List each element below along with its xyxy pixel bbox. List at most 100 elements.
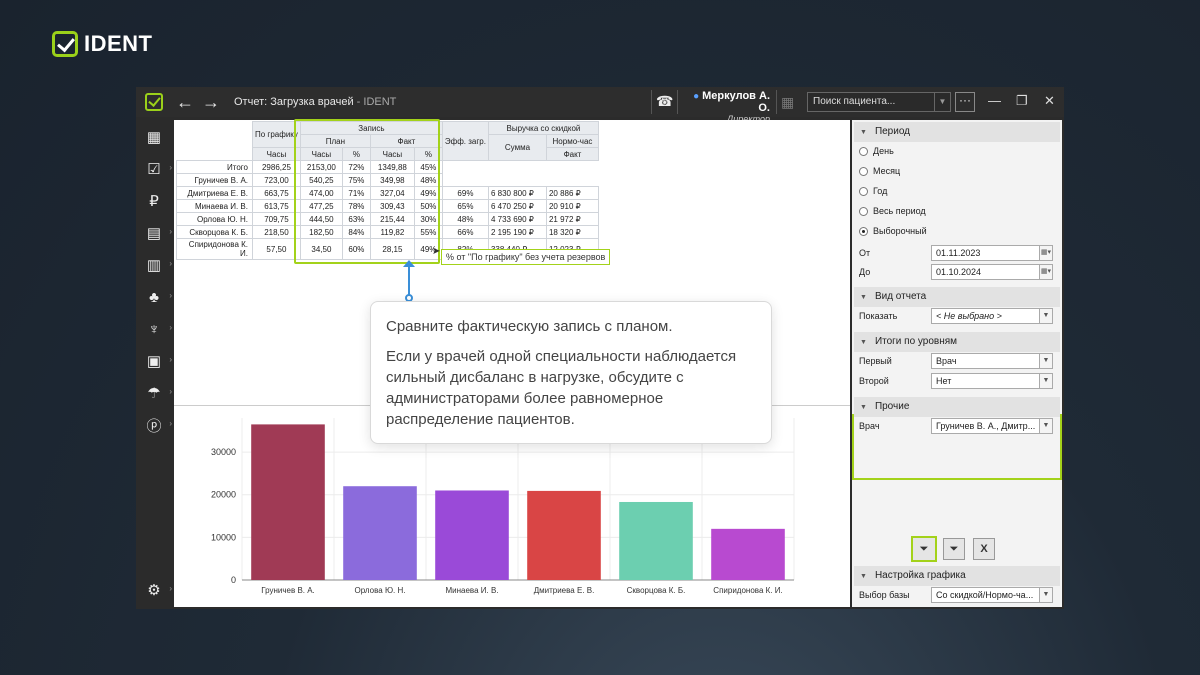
radio-period-option[interactable]: Месяц xyxy=(859,166,900,176)
section-levels[interactable]: ▼ Итоги по уровням xyxy=(854,332,1060,352)
restore-icon[interactable]: ❐ xyxy=(1016,93,1028,109)
header-zapis[interactable]: Запись xyxy=(299,121,443,135)
radio-period-option[interactable]: Весь период xyxy=(859,206,926,216)
radio-circle-icon[interactable] xyxy=(859,186,868,196)
divider xyxy=(651,90,652,114)
brand-logo: IDENT xyxy=(52,31,153,57)
to-date-field[interactable]: 01.10.2024 ▦▾ xyxy=(931,264,1053,280)
table-row[interactable]: Орлова Ю. Н. 709,75 444,50 63% 215,44 30% 48% 4… xyxy=(176,212,599,226)
calendar-dropdown-icon: ▦▾ xyxy=(1039,246,1052,260)
radio-period-option[interactable]: Год xyxy=(859,186,887,196)
from-label: От xyxy=(859,248,871,258)
base-label: Выбор базы xyxy=(859,590,910,600)
radio-circle-icon[interactable] xyxy=(859,146,868,156)
hint-callout: Сравните фактическую запись с планом. Ес… xyxy=(370,301,772,444)
callout-text-2: Если у врачей одной специальности наблюд… xyxy=(386,348,737,428)
chevron-down-icon[interactable]: ▼ xyxy=(934,93,950,111)
header-normo-fakt: Факт xyxy=(545,147,599,161)
row-name: Дмитриева Е. В. xyxy=(176,186,253,200)
settings-gear-icon[interactable]: ⚙ › xyxy=(136,577,172,603)
forward-arrow-icon[interactable]: → xyxy=(198,92,224,113)
radio-circle-icon[interactable] xyxy=(859,166,868,176)
cell-grafik: 709,75 xyxy=(252,212,301,226)
section-other[interactable]: ▼ Прочие xyxy=(854,397,1060,417)
close-icon[interactable]: ✕ xyxy=(1044,93,1055,109)
schedule-nav-icon[interactable]: ☑ › xyxy=(136,156,172,182)
ruble-nav-icon[interactable]: ₽ xyxy=(136,188,172,214)
bar xyxy=(251,424,325,580)
more-button[interactable]: ··· xyxy=(955,92,975,112)
section-report-view[interactable]: ▼ Вид отчета xyxy=(854,287,1060,307)
x-tick-label: Груничев В. А. xyxy=(261,586,315,595)
cell-plan_h: 477,25 xyxy=(299,199,343,213)
table-row[interactable]: Груничев В. А. 723,00 540,25 75% 349,98 48% xyxy=(176,173,599,187)
cell-fakt_h: 28,15 xyxy=(369,238,415,260)
cell-eff: 65% xyxy=(441,199,489,213)
radio-circle-icon[interactable] xyxy=(859,206,868,216)
doctor-select[interactable]: Груничев В. А., Дмитр... ▼ xyxy=(931,418,1053,434)
section-chart-settings[interactable]: ▼ Настройка графика xyxy=(854,566,1060,586)
excel-export-button[interactable]: X xyxy=(973,538,995,560)
back-arrow-icon[interactable]: ← xyxy=(172,92,198,113)
radio-label: Год xyxy=(873,186,888,196)
tooth-nav-icon[interactable]: ♆ › xyxy=(136,316,172,342)
header-chasy: Часы xyxy=(299,147,343,161)
first-level-select[interactable]: Врач ▼ xyxy=(931,353,1053,369)
cell-plan_p: 71% xyxy=(341,186,371,200)
to-label: До xyxy=(859,267,871,277)
umbrella-nav-icon[interactable]: ☂ › xyxy=(136,380,172,406)
reports-nav-icon[interactable]: ▥ › xyxy=(136,252,172,278)
header-summa[interactable]: Сумма xyxy=(487,134,547,161)
register-nav-icon[interactable]: ▤ › xyxy=(136,220,172,246)
header-po-grafiku[interactable]: По графику xyxy=(252,121,301,148)
table-row[interactable]: Дмитриева Е. В. 663,75 474,00 71% 327,04 49% 6… xyxy=(176,186,599,200)
collapse-triangle-icon: ▼ xyxy=(860,573,867,580)
header-vyruchka[interactable]: Выручка со скидкой xyxy=(487,121,599,135)
base-select[interactable]: Со скидкой/Нормо-ча... ▼ xyxy=(931,587,1053,603)
cell-plan_h: 2153,00 xyxy=(299,160,343,174)
cell-plan_p: 63% xyxy=(341,212,371,226)
second-level-select[interactable]: Нет ▼ xyxy=(931,373,1053,389)
header-fakt[interactable]: Факт xyxy=(369,134,443,148)
titlebar: ← → Отчет: Загрузка врачей - IDENT ☎ ● Ме… xyxy=(136,87,1064,124)
cell-normo xyxy=(546,174,598,187)
cell-plan_h: 182,50 xyxy=(299,225,343,239)
cell-fakt_p: 49% xyxy=(413,186,443,200)
app-logo-icon[interactable] xyxy=(136,87,172,117)
chevron-down-icon: ▼ xyxy=(1039,354,1052,368)
from-date-field[interactable]: 01.11.2023 ▦▾ xyxy=(931,245,1053,261)
cell-normo: 21 972 ₽ xyxy=(545,212,599,226)
phone-icon[interactable]: ☎ xyxy=(656,93,673,110)
calendar-icon[interactable]: ▦ xyxy=(781,94,794,111)
clear-filter-button[interactable]: ⏷ xyxy=(943,538,965,560)
minimize-icon[interactable]: — xyxy=(988,93,1001,108)
x-tick-label: Спиридонова К. И. xyxy=(713,586,782,595)
payments-nav-icon[interactable]: ⓟ › xyxy=(136,412,172,438)
column-tooltip: % от "По графику" без учета резервов xyxy=(441,249,611,265)
patient-search-input[interactable]: Поиск пациента... ▼ xyxy=(807,92,951,112)
users-nav-icon[interactable]: ♣ › xyxy=(136,284,172,310)
bar xyxy=(619,501,693,580)
documents-nav-icon[interactable]: ▣ › xyxy=(136,348,172,374)
section-period[interactable]: ▼ Период xyxy=(854,122,1060,142)
cursor-arrow-icon: ➤ xyxy=(432,246,441,257)
cell-fakt_h: 349,98 xyxy=(369,173,415,187)
radio-period-option[interactable]: Выборочный xyxy=(859,226,927,236)
calendar-nav-icon[interactable]: ▦ xyxy=(136,124,172,150)
radio-period-option[interactable]: День xyxy=(859,146,894,156)
table-row[interactable]: Минаева И. В. 613,75 477,25 78% 309,43 50% 65%… xyxy=(176,199,599,213)
radio-label: Выборочный xyxy=(873,226,927,236)
cell-grafik: 723,00 xyxy=(252,173,301,187)
apply-filter-button[interactable]: ⏷ xyxy=(911,536,937,562)
header-plan[interactable]: План xyxy=(299,134,371,148)
show-select[interactable]: < Не выбрано > ▼ xyxy=(931,308,1053,324)
table-row[interactable]: Скворцова К. Б. 218,50 182,50 84% 119,82 55% 6… xyxy=(176,225,599,239)
radio-circle-icon[interactable] xyxy=(859,226,868,236)
header-normo[interactable]: Нормо-час xyxy=(545,134,599,148)
chevron-down-icon: ▼ xyxy=(1039,588,1052,602)
person-icon: ● xyxy=(693,91,700,102)
table-row[interactable]: Итого 2986,25 2153,00 72% 1349,88 45% xyxy=(176,160,599,174)
user-info[interactable]: ● Меркулов А. О. Директор xyxy=(684,90,770,124)
header-eff[interactable]: Эфф. загр. xyxy=(441,121,489,161)
cell-fakt_h: 119,82 xyxy=(369,225,415,239)
